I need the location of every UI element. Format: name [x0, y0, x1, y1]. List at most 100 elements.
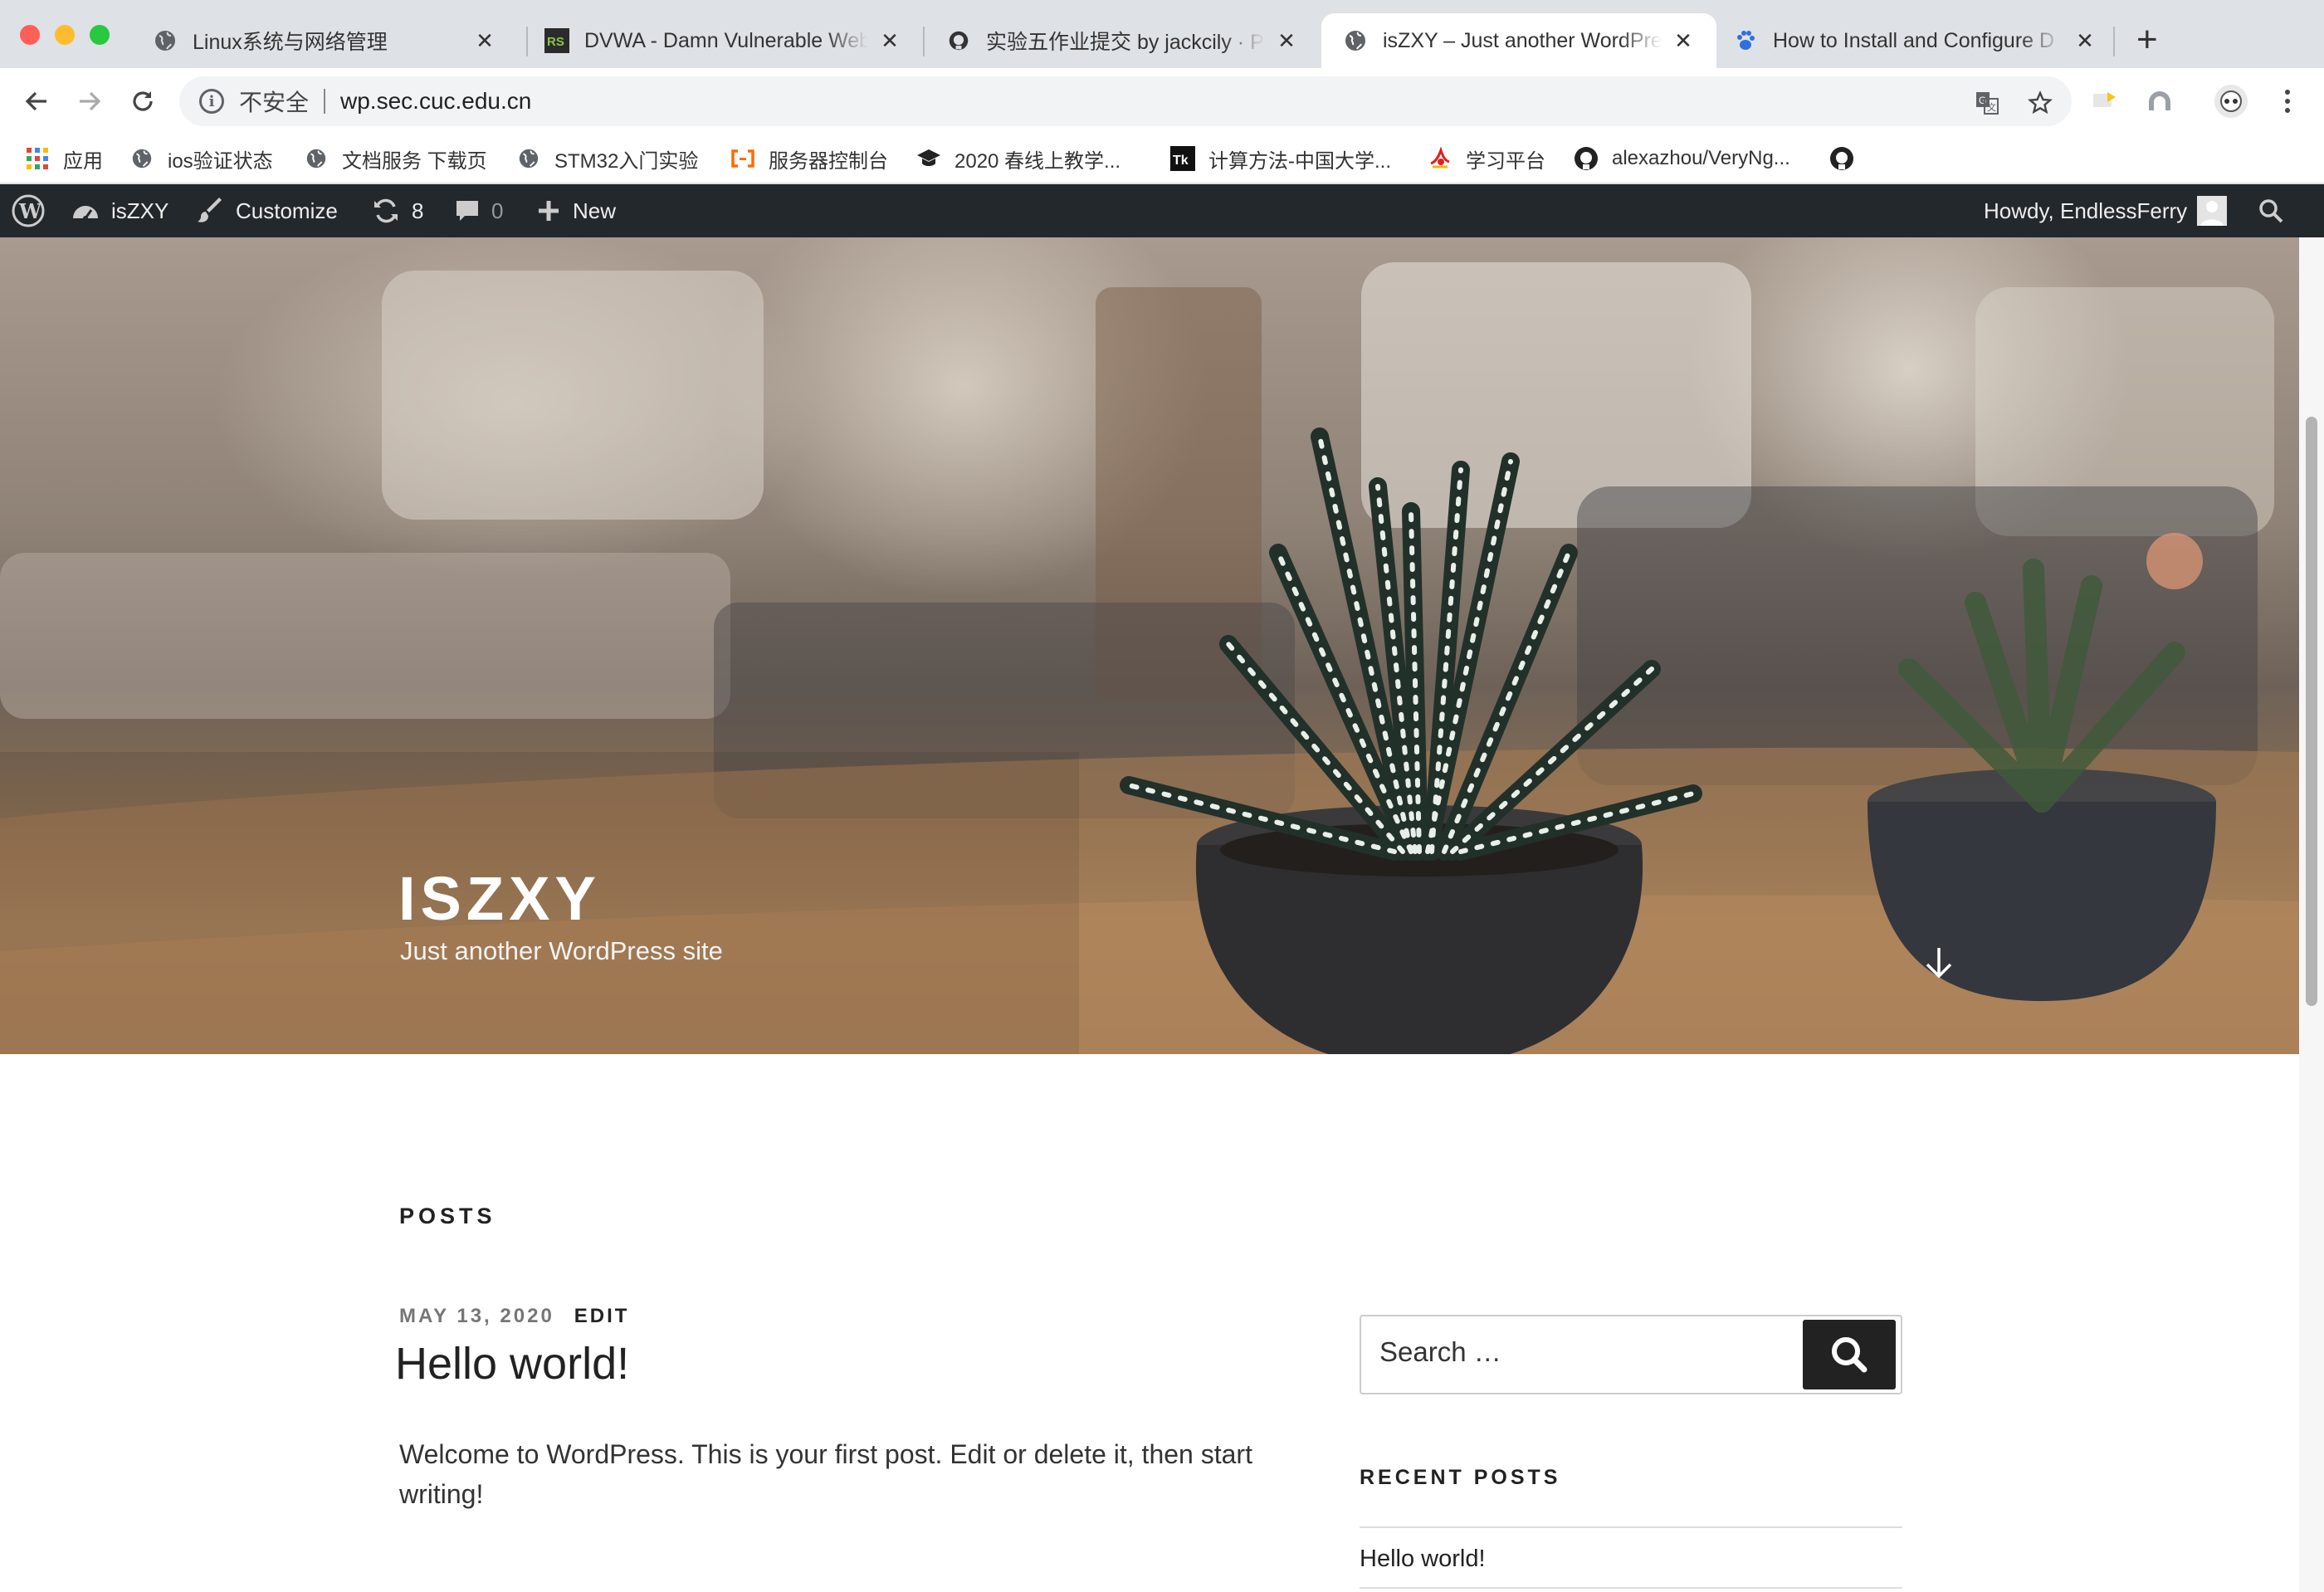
wordpress-logo-button[interactable]: W	[12, 184, 56, 237]
close-tab-icon[interactable]: ✕	[1670, 28, 1697, 54]
bookmark-star-icon[interactable]	[2027, 90, 2053, 116]
tab-title: Linux系统与网络管理	[193, 31, 388, 54]
customize-button[interactable]: Customize	[198, 184, 338, 237]
tab-title: DVWA - Damn Vulnerable Web	[584, 28, 868, 52]
post-edit-link[interactable]: EDIT	[574, 1305, 630, 1328]
bookmark-label: alexazhou/VeryNg...	[1612, 147, 1790, 169]
aliyun-icon	[730, 146, 755, 171]
close-tab-icon[interactable]: ✕	[2072, 28, 2098, 54]
address-divider	[324, 89, 326, 114]
comments-count: 0	[491, 198, 504, 223]
new-tab-button[interactable]: +	[2136, 20, 2158, 60]
updates-button[interactable]: 8	[372, 184, 423, 237]
reload-icon	[133, 91, 153, 111]
admin-site-name-label: isZXY	[111, 198, 169, 223]
comment-bubble-icon	[456, 201, 478, 221]
maximize-window-button[interactable]	[90, 25, 110, 45]
scrollbar-thumb[interactable]	[2306, 417, 2317, 1006]
bookmark-label: 学习平台	[1466, 149, 1545, 173]
search-icon	[1832, 1337, 1868, 1373]
user-avatar-icon	[2197, 196, 2228, 226]
post-title[interactable]: Hello world!	[395, 1338, 629, 1389]
wp-admin-bar: W isZXY Customize 8 0 New Howdy, Endless…	[0, 184, 2324, 237]
admin-site-name[interactable]: isZXY	[71, 184, 168, 237]
posts-heading: POSTS	[399, 1204, 496, 1228]
bookmark-item[interactable]: 文档服务 下载页	[304, 143, 487, 174]
close-tab-icon[interactable]: ✕	[1273, 28, 1300, 54]
browser-tab[interactable]: Linux系统与网络管理 ✕	[123, 13, 518, 68]
search-placeholder: Search …	[1379, 1336, 1501, 1367]
bookmark-item[interactable]: 服务器控制台	[730, 143, 888, 174]
svg-text:Tk: Tk	[1173, 154, 1189, 168]
site-title[interactable]: ISZXY	[398, 863, 601, 934]
reload-button[interactable]	[123, 81, 163, 121]
bookmark-item[interactable]: 2020 春线上教学...	[916, 143, 1120, 174]
bookmark-item[interactable]	[1829, 143, 1868, 174]
back-button[interactable]	[17, 81, 56, 121]
svg-text:RS: RS	[547, 35, 564, 49]
bookmark-item[interactable]: Tk 计算方法-中国大学...	[1170, 143, 1391, 174]
recent-posts-divider	[1360, 1526, 1902, 1528]
translate-icon[interactable]: G文	[1974, 90, 2000, 116]
post-date[interactable]: MAY 13, 2020	[399, 1305, 554, 1328]
baidu-paw-icon	[1733, 28, 1758, 53]
bookmark-label: 文档服务 下载页	[342, 149, 487, 173]
bookmark-item[interactable]: 学习平台	[1428, 143, 1545, 174]
comments-button[interactable]: 0	[455, 184, 503, 237]
bookmark-label: 2020 春线上教学...	[954, 149, 1121, 173]
bookmark-item[interactable]: ios验证状态	[129, 143, 273, 174]
post-meta: MAY 13, 2020 EDIT	[399, 1305, 629, 1328]
search-submit-button[interactable]	[1803, 1320, 1896, 1389]
close-tab-icon[interactable]: ✕	[471, 28, 498, 54]
bookmark-label: ios验证状态	[168, 149, 273, 173]
recent-post-link[interactable]: Hello world!	[1360, 1546, 1486, 1573]
page-scrollbar[interactable]	[2299, 237, 2324, 1592]
recent-posts-divider	[1360, 1587, 1902, 1589]
updates-count: 8	[412, 198, 424, 223]
tk-icon: Tk	[1170, 146, 1195, 171]
study-icon	[1428, 146, 1452, 171]
tab-divider	[2113, 27, 2115, 56]
browser-tab[interactable]: How to Install and Configure D ✕	[1716, 13, 2118, 68]
close-window-button[interactable]	[20, 25, 40, 45]
forward-button[interactable]	[70, 81, 110, 121]
extension-arc-icon[interactable]	[2141, 83, 2178, 120]
new-content-button[interactable]: New	[536, 184, 616, 237]
browser-tab[interactable]: 实验五作业提交 by jackcily · Pu ✕	[923, 13, 1320, 68]
bookmark-item[interactable]: STM32入门实验	[516, 143, 698, 174]
scroll-down-arrow-icon[interactable]	[1921, 945, 1957, 981]
customize-label: Customize	[236, 198, 338, 223]
paintbrush-icon	[198, 198, 222, 222]
address-bar[interactable]: i 不安全 wp.sec.cuc.edu.cn G文	[179, 76, 2072, 126]
wordpress-logo-icon: W	[12, 194, 45, 227]
hero-plant-image	[0, 262, 2299, 1054]
svg-text:文: 文	[1987, 101, 1996, 113]
bookmark-item[interactable]: alexazhou/VeryNg...	[1574, 143, 1790, 174]
browser-tab-active[interactable]: isZXY – Just another WordPres ✕	[1321, 13, 1716, 68]
not-secure-label[interactable]: 不安全	[239, 85, 309, 118]
globe-icon	[1343, 28, 1368, 53]
info-icon[interactable]: i	[199, 89, 224, 114]
updates-refresh-icon	[374, 198, 398, 223]
hero-header: ISZXY Just another WordPress site	[0, 237, 2299, 1054]
admin-search-button[interactable]	[2258, 184, 2296, 237]
close-tab-icon[interactable]: ✕	[876, 28, 903, 54]
bookmark-apps[interactable]: 应用	[25, 143, 103, 174]
my-account-button[interactable]: Howdy, EndlessFerry	[1984, 184, 2228, 237]
greeting-text: Howdy, EndlessFerry	[1984, 198, 2188, 223]
dashboard-gauge-icon	[73, 206, 98, 221]
browser-tabstrip: Linux系统与网络管理 ✕ RS DVWA - Damn Vulnerable…	[0, 0, 2324, 68]
new-label: New	[573, 198, 617, 223]
extension-translate-icon[interactable]	[2087, 83, 2123, 120]
post-excerpt: Welcome to WordPress. This is your first…	[399, 1439, 1252, 1509]
profile-avatar[interactable]	[2213, 83, 2249, 120]
tab-title: isZXY – Just another WordPres	[1383, 28, 1662, 52]
tab-title: 实验五作业提交 by jackcily · Pu	[986, 31, 1265, 54]
browser-tab[interactable]: RS DVWA - Damn Vulnerable Web ✕	[518, 13, 923, 68]
menu-kebab-icon[interactable]	[2269, 83, 2306, 120]
url-text[interactable]: wp.sec.cuc.edu.cn	[340, 88, 531, 115]
globe-icon	[516, 146, 541, 171]
minimize-window-button[interactable]	[55, 25, 75, 45]
bookmark-label: STM32入门实验	[554, 149, 699, 173]
bookmark-label: 计算方法-中国大学...	[1208, 149, 1391, 173]
